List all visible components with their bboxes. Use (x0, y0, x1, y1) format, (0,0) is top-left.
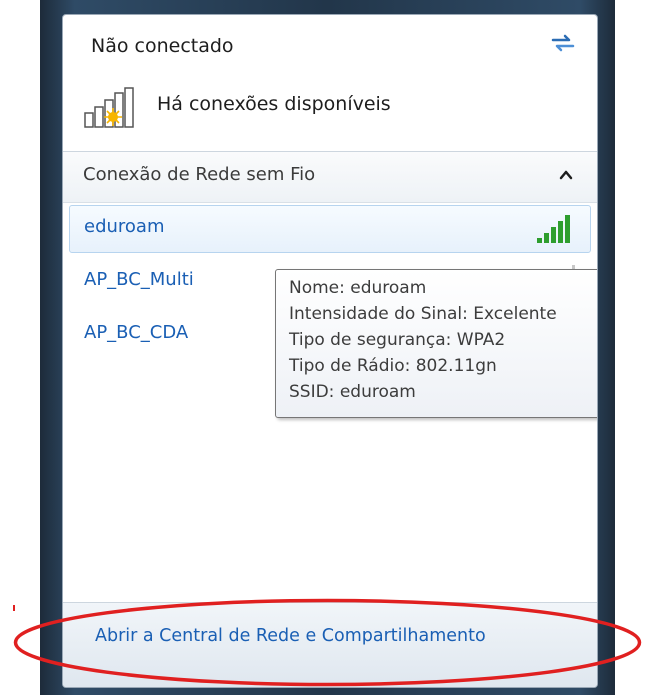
wifi-available-icon (83, 87, 137, 129)
network-name: AP_BC_CDA (84, 322, 189, 343)
network-name: AP_BC_Multi (84, 269, 194, 290)
wireless-section-header[interactable]: Conexão de Rede sem Fio (63, 152, 597, 203)
connections-available-text: Há conexões disponíveis (157, 93, 391, 115)
footer: Abrir a Central de Rede e Compartilhamen… (63, 602, 597, 687)
network-flyout: Não conectado Há conexões disponíveis Co… (62, 14, 598, 688)
network-sharing-center-link[interactable]: Abrir a Central de Rede e Compartilhamen… (95, 626, 486, 646)
refresh-icon[interactable] (549, 31, 577, 55)
network-name: eduroam (84, 216, 165, 237)
tooltip-ssid: SSID: eduroam (289, 382, 416, 402)
tooltip-radio-type: Tipo de Rádio: 802.11gn (289, 356, 497, 376)
chevron-up-icon[interactable] (557, 166, 575, 184)
annotation-mark (13, 605, 15, 611)
network-item-eduroam[interactable]: eduroam (69, 205, 591, 253)
network-tooltip: Nome: eduroam Intensidade do Sinal: Exce… (275, 269, 597, 418)
signal-strength-icon (536, 212, 576, 244)
tooltip-security: Tipo de segurança: WPA2 (289, 330, 506, 350)
tooltip-name: Nome: eduroam (289, 278, 427, 298)
tooltip-signal: Intensidade do Sinal: Excelente (289, 304, 557, 324)
connection-status: Não conectado (91, 35, 234, 57)
section-label: Conexão de Rede sem Fio (83, 164, 316, 185)
